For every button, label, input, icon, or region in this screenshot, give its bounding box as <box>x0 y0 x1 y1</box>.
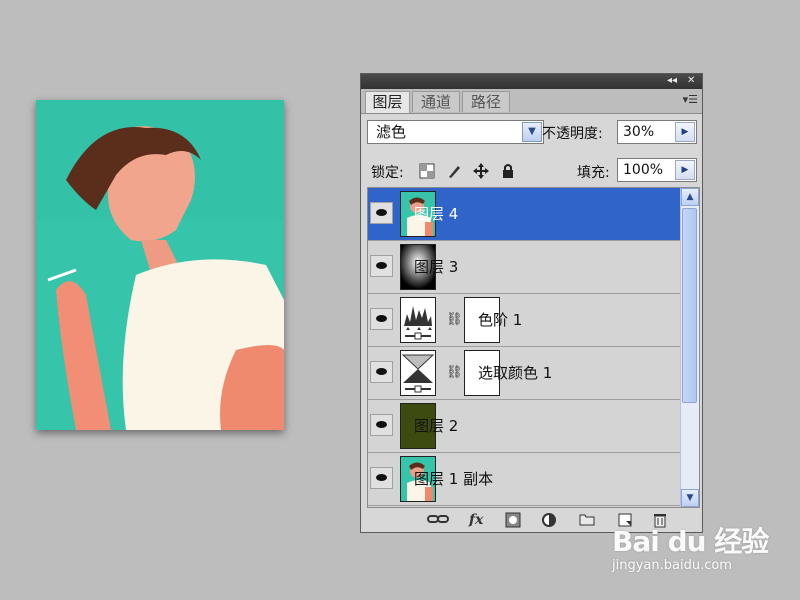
opacity-field[interactable]: 30% ▶ <box>617 120 697 144</box>
panel-titlebar[interactable]: ◂◂ ✕ <box>361 74 702 89</box>
selective-color-adjustment-icon <box>400 350 436 396</box>
layers-scrollbar[interactable]: ▲ ▼ <box>680 188 699 507</box>
mask-link-icon[interactable]: ⛓ <box>446 312 463 327</box>
chevron-down-icon[interactable]: ▼ <box>522 122 542 142</box>
fill-field[interactable]: 100% ▶ <box>617 158 697 182</box>
opacity-slider-arrow-icon[interactable]: ▶ <box>675 122 695 142</box>
new-group-icon[interactable] <box>579 512 595 530</box>
layer-name: 选取颜色 1 <box>478 364 553 382</box>
scroll-down-icon[interactable]: ▼ <box>681 489 699 507</box>
fx-icon[interactable]: fx <box>469 512 483 528</box>
lock-image-icon[interactable] <box>446 163 462 179</box>
lock-all-icon[interactable] <box>500 163 516 179</box>
eye-icon[interactable] <box>370 467 393 489</box>
watermark-logo-text: Bai du 经验 <box>612 525 769 558</box>
add-mask-icon[interactable] <box>505 512 521 532</box>
eye-icon[interactable] <box>370 202 393 224</box>
lock-label: 锁定: <box>371 165 404 181</box>
fill-slider-arrow-icon[interactable]: ▶ <box>675 160 695 180</box>
lock-icons <box>419 160 522 179</box>
lock-position-icon[interactable] <box>473 162 490 179</box>
layer-name: 图层 4 <box>414 205 459 223</box>
mask-link-icon[interactable]: ⛓ <box>446 365 463 380</box>
eye-icon[interactable] <box>370 414 393 436</box>
panel-menu-icon[interactable]: ▾☰ <box>683 93 698 106</box>
collapse-icon[interactable]: ◂◂ <box>667 75 677 87</box>
scroll-up-icon[interactable]: ▲ <box>681 188 699 206</box>
eye-icon[interactable] <box>370 361 393 383</box>
layers-list: 图层 4 图层 3 ⛓ 色阶 1 ⛓ 选取颜色 1 图层 2 图层 1 副本 ▲… <box>367 187 700 508</box>
levels-adjustment-icon <box>400 297 436 343</box>
tab-paths[interactable]: 路径 <box>462 91 510 112</box>
opacity-value: 30% <box>623 124 655 140</box>
tab-layers[interactable]: 图层 <box>365 91 410 113</box>
link-layers-icon[interactable] <box>427 512 449 530</box>
watermark-url: jingyan.baidu.com <box>612 558 732 573</box>
layer-row[interactable]: ⛓ 选取颜色 1 <box>368 347 681 400</box>
layer-name: 图层 3 <box>414 258 459 276</box>
layer-row[interactable]: 图层 3 <box>368 241 681 294</box>
scroll-thumb[interactable] <box>682 208 697 403</box>
opacity-label: 不透明度: <box>542 126 603 142</box>
layer-row[interactable]: 图层 4 <box>368 188 681 241</box>
baidu-watermark: Bai du 经验 jingyan.baidu.com <box>612 520 769 573</box>
layer-row[interactable]: 图层 2 <box>368 400 681 453</box>
eye-icon[interactable] <box>370 308 393 330</box>
adjustment-layer-icon[interactable] <box>541 512 559 532</box>
layer-row[interactable]: ⛓ 色阶 1 <box>368 294 681 347</box>
blend-mode-value: 滤色 <box>376 123 407 141</box>
tab-channels[interactable]: 通道 <box>412 91 460 112</box>
fill-label: 填充: <box>577 165 610 181</box>
lock-transparent-icon[interactable] <box>419 163 435 179</box>
blend-mode-select[interactable]: 滤色 ▼ <box>367 120 544 144</box>
layers-panel: ◂◂ ✕ 图层 通道 路径 ▾☰ 滤色 ▼ 不透明度: 30% ▶ 锁定: 填充… <box>360 73 703 533</box>
close-icon[interactable]: ✕ <box>687 75 695 87</box>
layer-name: 图层 2 <box>414 417 459 435</box>
portrait-image <box>36 100 284 430</box>
fill-value: 100% <box>623 162 664 178</box>
eye-icon[interactable] <box>370 255 393 277</box>
panel-tabbar: 图层 通道 路径 ▾☰ <box>361 89 702 114</box>
layer-row[interactable]: 图层 1 副本 <box>368 453 681 506</box>
layer-name: 图层 1 副本 <box>414 470 494 488</box>
layer-name: 色阶 1 <box>478 311 523 329</box>
canvas-photo <box>36 100 284 430</box>
